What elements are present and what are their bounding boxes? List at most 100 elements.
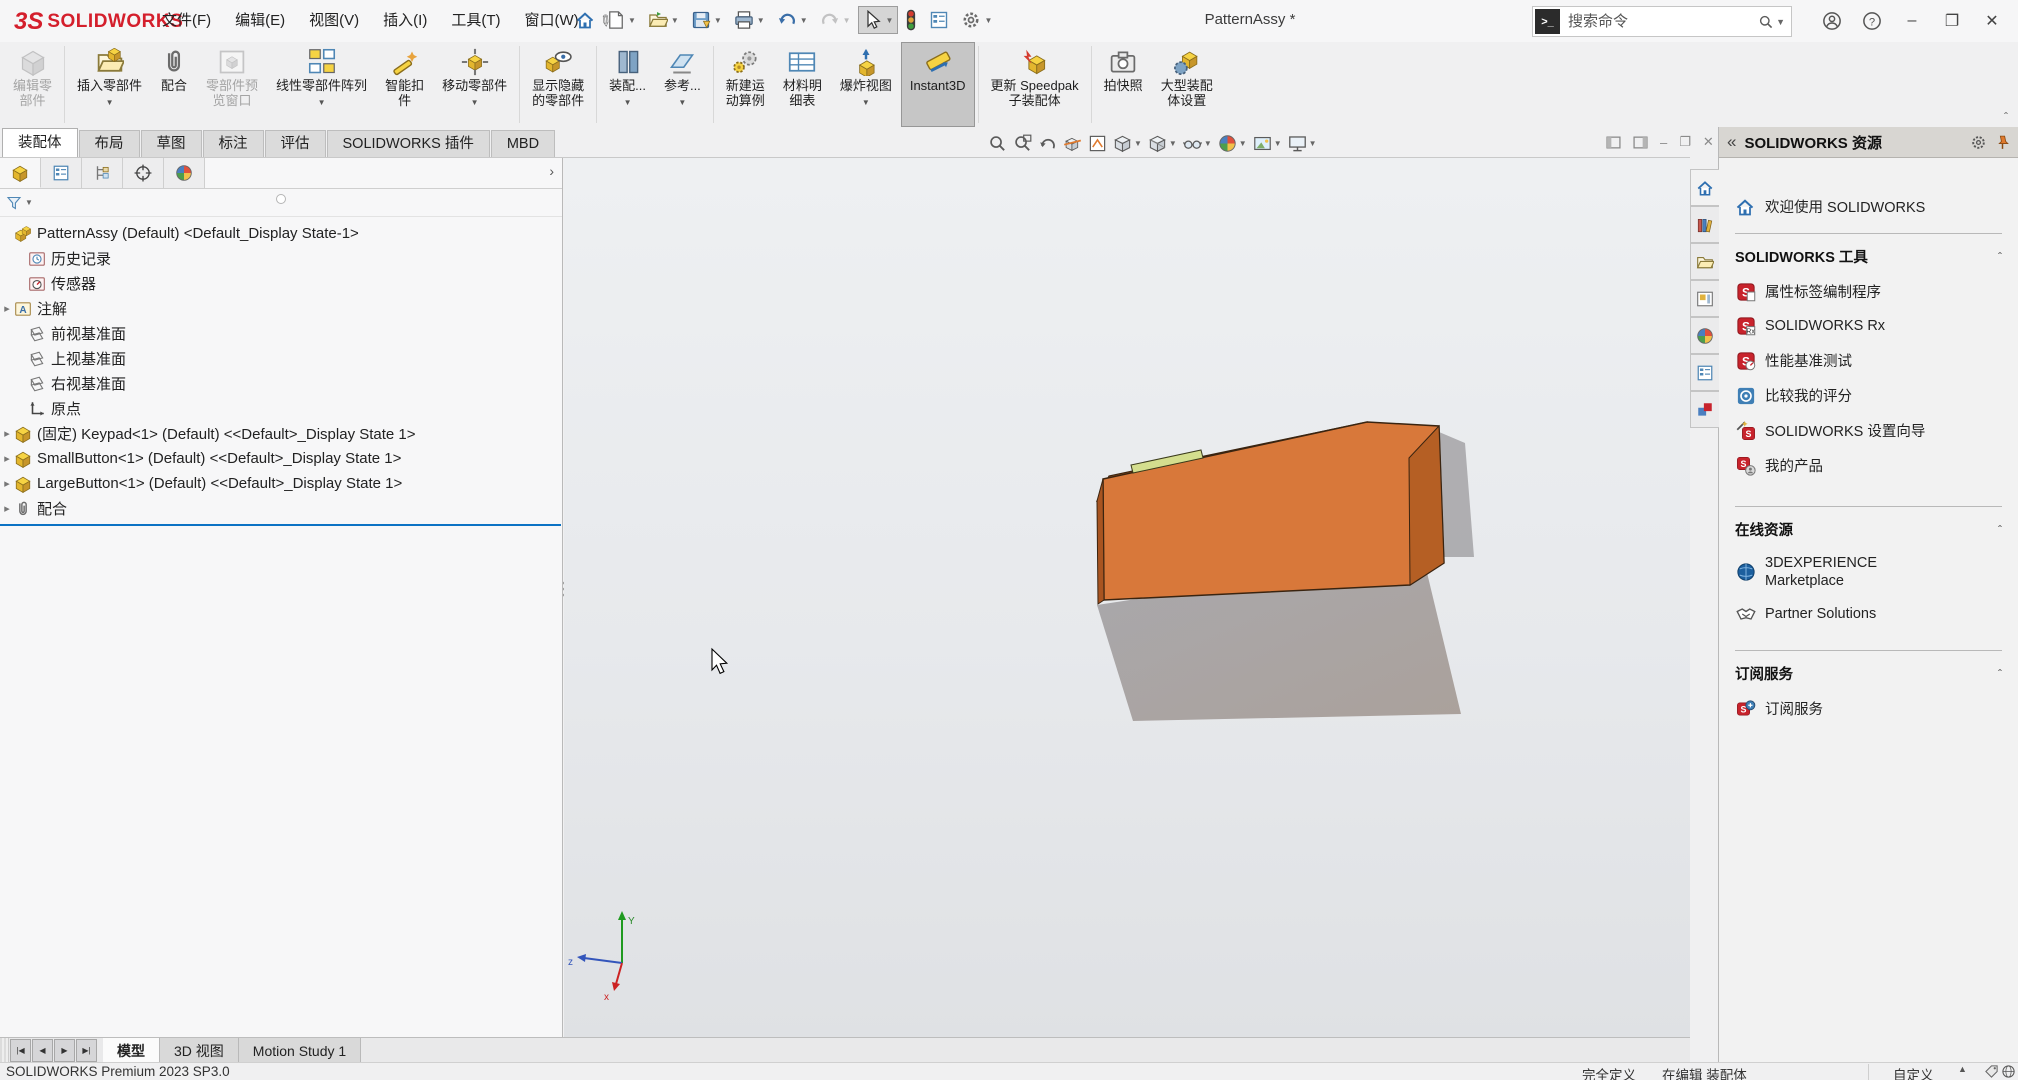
redo-button[interactable]: ▼ (815, 6, 856, 34)
dropdown-icon[interactable]: ▼ (318, 95, 326, 110)
motion-study-tab[interactable]: Motion Study 1 (239, 1038, 361, 1063)
ribbon-bill-of-materials[interactable]: 材料明细表 (774, 42, 831, 127)
tree-item-front-plane[interactable]: 前视基准面 (0, 321, 562, 346)
first-tab-button[interactable]: |◀ (10, 1039, 31, 1062)
tree-item-smallbutton[interactable]: ▸ SmallButton<1> (Default) <<Default>_Di… (0, 446, 562, 471)
status-tag-icon[interactable] (1984, 1064, 1999, 1079)
filter-dropdown-icon[interactable]: ▼ (25, 198, 33, 207)
viewport-restore-icon[interactable]: ❐ (1679, 134, 1691, 150)
previous-tab-button[interactable]: ◀ (32, 1039, 53, 1062)
tab-solidworks-addins[interactable]: SOLIDWORKS 插件 (327, 130, 490, 157)
ribbon-mate[interactable]: 配合 (151, 42, 197, 127)
link-my-products[interactable]: 我的产品 (1735, 455, 2002, 476)
save-button[interactable]: ▼ (686, 6, 727, 34)
dropdown-icon[interactable]: ▼ (984, 16, 992, 25)
menu-tools[interactable]: 工具(T) (439, 0, 512, 42)
status-customize-caret-icon[interactable]: ▲ (1958, 1064, 1967, 1074)
ribbon-component-preview[interactable]: 零部件预览窗口 (197, 42, 267, 127)
rollback-bar[interactable] (0, 524, 561, 526)
link-compare-my-score[interactable]: 比较我的评分 (1735, 385, 2002, 406)
collapse-taskpane-icon[interactable]: « (1727, 132, 1736, 152)
zoom-to-area-icon[interactable] (1013, 134, 1032, 153)
link-property-tab-builder[interactable]: 属性标签编制程序 (1735, 281, 2002, 302)
view-palette-tab[interactable] (1690, 280, 1719, 317)
dropdown-icon[interactable]: ▼ (106, 95, 114, 110)
file-explorer-tab[interactable] (1690, 243, 1719, 280)
tree-item-history[interactable]: 历史记录 (0, 246, 562, 271)
print-button[interactable]: ▼ (729, 6, 770, 34)
new-document-button[interactable]: ▼ (602, 6, 641, 34)
open-button[interactable]: ▼ (643, 6, 684, 34)
ribbon-take-snapshot[interactable]: 拍快照 (1095, 42, 1152, 127)
dropdown-icon[interactable]: ▼ (471, 95, 479, 110)
tab-markup[interactable]: 标注 (203, 130, 264, 157)
ribbon-collapse-icon[interactable]: ˆ (2004, 110, 2008, 124)
taskpane-home-tab[interactable] (1690, 169, 1719, 206)
settings-gear-button[interactable]: ▼ (956, 6, 997, 34)
dropdown-icon[interactable]: ▼ (886, 16, 894, 25)
status-customize[interactable]: 自定义 (1893, 1064, 1934, 1080)
dropdown-icon[interactable]: ▼ (678, 95, 686, 110)
dropdown-icon[interactable]: ▼ (862, 95, 870, 110)
custom-properties-tab[interactable] (1690, 354, 1719, 391)
tree-item-largebutton[interactable]: ▸ LargeButton<1> (Default) <<Default>_Di… (0, 471, 562, 496)
tree-item-right-plane[interactable]: 右视基准面 (0, 371, 562, 396)
zoom-to-fit-icon[interactable] (988, 134, 1007, 153)
propertymanager-tab[interactable] (41, 158, 82, 188)
section-subscription[interactable]: 订阅服务 ˆ (1735, 663, 2002, 684)
select-tool-button[interactable]: ▼ (858, 6, 899, 34)
ribbon-show-hidden-components[interactable]: 显示隐藏的零部件 (523, 42, 593, 127)
dropdown-icon[interactable]: ▼ (624, 95, 632, 110)
help-icon[interactable]: ? (1852, 4, 1892, 38)
ribbon-smart-fasteners[interactable]: 智能扣件 (376, 42, 433, 127)
dimxpertmanager-tab[interactable] (123, 158, 164, 188)
split-left-icon[interactable] (1606, 136, 1621, 149)
link-performance-benchmark[interactable]: 性能基准测试 (1735, 350, 2002, 371)
model-tab[interactable]: 模型 (103, 1038, 160, 1063)
3d-views-tab[interactable]: 3D 视图 (160, 1038, 239, 1063)
dynamic-annotation-icon[interactable] (1088, 134, 1107, 153)
view-orientation-icon[interactable]: ▼ (1113, 134, 1142, 153)
previous-view-icon[interactable] (1038, 134, 1057, 153)
ribbon-edit-component[interactable]: 编辑零部件 (4, 42, 61, 127)
expander-icon[interactable]: ▸ (0, 302, 14, 315)
expander-icon[interactable]: ▸ (0, 452, 14, 465)
ribbon-exploded-view[interactable]: 爆炸视图▼ (831, 42, 901, 127)
dropdown-icon[interactable]: ▼ (843, 16, 851, 25)
last-tab-button[interactable]: ▶| (76, 1039, 97, 1062)
ribbon-instant3d[interactable]: Instant3D (901, 42, 975, 127)
search-input[interactable] (1566, 12, 1758, 31)
design-library-tab[interactable] (1690, 206, 1719, 243)
tab-evaluate[interactable]: 评估 (265, 130, 326, 157)
search-icon[interactable] (1758, 14, 1774, 30)
ribbon-large-assembly-settings[interactable]: 大型装配体设置 (1152, 42, 1222, 127)
close-button[interactable]: ✕ (1972, 4, 2012, 38)
welcome-link[interactable]: 欢迎使用 SOLIDWORKS (1735, 196, 2002, 217)
dropdown-icon[interactable]: ▼ (714, 16, 722, 25)
tree-item-keypad[interactable]: ▸ (固定) Keypad<1> (Default) <<Default>_Di… (0, 421, 562, 446)
traffic-light-icon[interactable] (900, 5, 922, 35)
section-online-resources[interactable]: 在线资源 ˆ (1735, 519, 2002, 540)
collapse-section-icon[interactable]: ˆ (1998, 523, 2002, 537)
menu-view[interactable]: 视图(V) (297, 0, 371, 42)
tab-sketch[interactable]: 草图 (141, 130, 202, 157)
viewport-close-icon[interactable]: ✕ (1703, 134, 1714, 150)
tab-mbd[interactable]: MBD (491, 130, 555, 157)
featuremanager-tree-tab[interactable] (0, 158, 41, 188)
restore-button[interactable]: ❐ (1932, 4, 1972, 38)
menu-file[interactable]: 文件(F) (150, 0, 223, 42)
dropdown-icon[interactable]: ▼ (757, 16, 765, 25)
ribbon-assembly-features[interactable]: 装配...▼ (600, 42, 655, 127)
link-partner-solutions[interactable]: Partner Solutions (1735, 604, 2002, 624)
expander-icon[interactable]: ▸ (0, 427, 14, 440)
configurationmanager-tab[interactable] (82, 158, 123, 188)
section-solidworks-tools[interactable]: SOLIDWORKS 工具 ˆ (1735, 246, 2002, 267)
taskpane-pin-icon[interactable] (1995, 134, 2010, 151)
command-search-box[interactable]: >_ ▼ (1532, 6, 1792, 37)
tree-item-annotations[interactable]: ▸ A 注解 (0, 296, 562, 321)
undo-button[interactable]: ▼ (772, 6, 813, 34)
display-style-icon[interactable]: ▼ (1148, 134, 1177, 153)
ribbon-reference-geometry[interactable]: 参考...▼ (655, 42, 710, 127)
graphics-viewport[interactable]: Y z x (564, 158, 1690, 1040)
link-solidworks-rx[interactable]: Rx SOLIDWORKS Rx (1735, 316, 2002, 336)
